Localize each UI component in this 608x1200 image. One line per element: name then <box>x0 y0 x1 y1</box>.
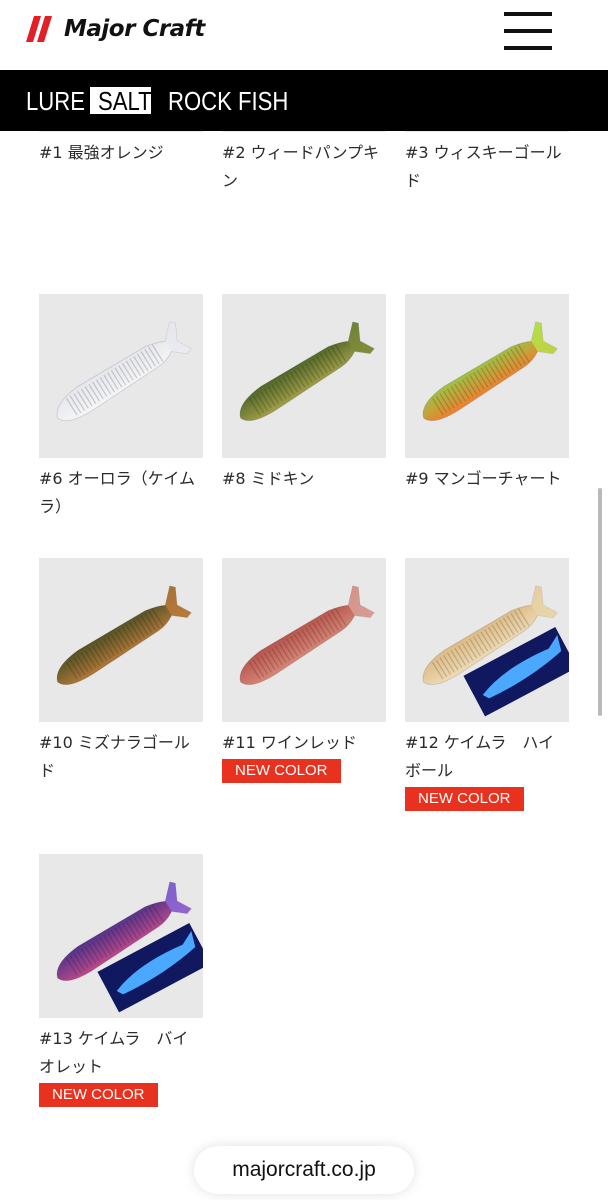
product-card[interactable]: #9 マンゴーチャート <box>405 294 569 493</box>
product-image[interactable] <box>405 558 569 722</box>
product-image[interactable] <box>39 294 203 458</box>
product-label[interactable]: #6 オーロラ（ケイムラ） <box>39 465 203 521</box>
product-image[interactable] <box>405 294 569 458</box>
logo[interactable]: Major Craft <box>26 14 205 44</box>
new-color-badge: NEW COLOR <box>39 1083 158 1107</box>
product-image[interactable] <box>222 294 386 458</box>
product-image[interactable] <box>39 558 203 722</box>
site-header: Major Craft <box>0 0 608 70</box>
product-label[interactable]: #10 ミズナラゴールド <box>39 729 203 785</box>
product-image[interactable] <box>222 558 386 722</box>
product-card[interactable]: #13 ケイムラ バイオレット NEW COLOR <box>39 854 203 1107</box>
product-label[interactable]: #8 ミドキン <box>222 465 386 493</box>
nav-item-rock-fish[interactable]: ROCK FISH <box>168 86 288 117</box>
logo-mark-icon <box>26 16 60 42</box>
product-label[interactable]: #9 マンゴーチャート <box>405 465 569 493</box>
product-image[interactable] <box>39 854 203 1018</box>
new-color-badge: NEW COLOR <box>405 787 524 811</box>
nav-item-lure[interactable]: LURE <box>26 86 85 117</box>
new-color-badge: NEW COLOR <box>222 759 341 783</box>
hamburger-icon <box>504 12 552 16</box>
product-label[interactable]: #13 ケイムラ バイオレット <box>39 1025 203 1081</box>
product-label[interactable]: #12 ケイムラ ハイボール <box>405 729 569 785</box>
product-card[interactable]: #10 ミズナラゴールド <box>39 558 203 785</box>
product-label[interactable]: #2 ウィードパンプキン <box>222 139 386 195</box>
url-bar[interactable]: majorcraft.co.jp <box>194 1146 414 1194</box>
product-card[interactable]: #8 ミドキン <box>222 294 386 493</box>
product-card[interactable]: #6 オーロラ（ケイムラ） <box>39 294 203 521</box>
product-label[interactable]: #11 ワインレッド <box>222 729 386 757</box>
scrollbar[interactable] <box>598 488 602 716</box>
nav-item-salt[interactable]: SALT <box>98 86 152 117</box>
category-nav: LURE SALT ROCK FISH <box>0 70 608 131</box>
logo-text: Major Craft <box>64 16 205 42</box>
product-label[interactable]: #1 最強オレンジ <box>39 139 203 167</box>
product-label[interactable]: #3 ウィスキーゴールド <box>405 139 569 195</box>
product-card[interactable]: #11 ワインレッド NEW COLOR <box>222 558 386 783</box>
product-card[interactable]: #12 ケイムラ ハイボール NEW COLOR <box>405 558 569 811</box>
menu-button[interactable] <box>500 12 554 52</box>
